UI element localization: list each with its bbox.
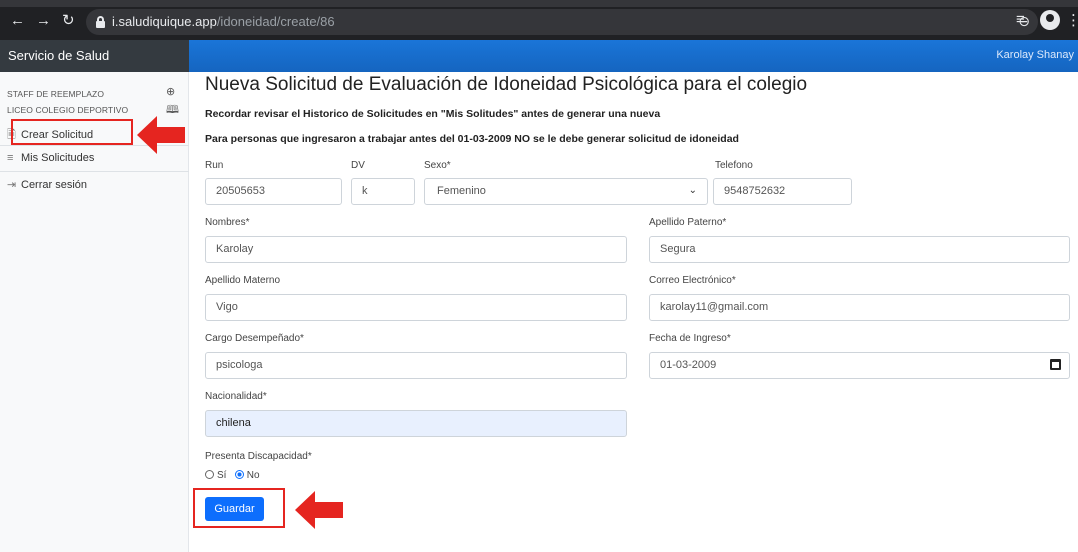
discapacidad-radio-group: Sí No: [205, 470, 260, 481]
address-bar[interactable]: i.saludiquique.app/idoneidad/create/86 ⊖…: [86, 9, 1060, 35]
label-fecha-ingreso: Fecha de Ingreso*: [649, 333, 731, 344]
reload-icon[interactable]: ↻: [62, 13, 75, 28]
red-arrow-icon: [295, 491, 343, 529]
radio-no-label: No: [246, 470, 260, 481]
label-cargo: Cargo Desempeñado*: [205, 333, 304, 344]
telefono-input[interactable]: 9548752632: [713, 178, 852, 205]
forward-icon[interactable]: →: [36, 13, 51, 28]
label-telefono: Telefono: [715, 160, 753, 171]
chevron-down-icon: ⌄: [688, 185, 697, 196]
plus-circle-icon[interactable]: ⊕: [166, 85, 175, 98]
logout-icon: ⇥: [7, 179, 17, 191]
highlight-box-crear-solicitud: [11, 119, 133, 145]
browser-toolbar: ← → ↻ i.saludiquique.app/idoneidad/creat…: [0, 0, 1078, 40]
sidebar-item-cerrar-sesion[interactable]: ⇥ Cerrar sesión: [7, 178, 87, 191]
fecha-ingreso-value: 01-03-2009: [660, 359, 717, 371]
radio-si-label: Sí: [217, 470, 227, 481]
highlight-box-guardar: [193, 488, 285, 528]
label-sexo: Sexo*: [424, 160, 451, 171]
sidebar-section-staff: STAFF DE REEMPLAZO: [7, 89, 105, 99]
label-apellido-paterno: Apellido Paterno*: [649, 217, 727, 228]
apellido-paterno-input[interactable]: Segura: [649, 236, 1070, 263]
label-apellido-materno: Apellido Materno: [205, 275, 281, 286]
calendar-icon[interactable]: [1050, 359, 1061, 370]
app-topbar: Karolay Shanay: [189, 40, 1078, 72]
sexo-select[interactable]: Femenino ⌄: [424, 178, 708, 205]
sexo-select-value: Femenino: [437, 185, 486, 197]
nombres-input[interactable]: Karolay: [205, 236, 627, 263]
url-text: i.saludiquique.app/idoneidad/create/86: [112, 14, 335, 29]
cargo-input[interactable]: psicologa: [205, 352, 627, 379]
radio-no[interactable]: [234, 470, 244, 479]
label-nacionalidad: Nacionalidad*: [205, 391, 267, 402]
app-brand[interactable]: Servicio de Salud: [0, 40, 189, 72]
lock-icon: [96, 16, 105, 28]
nacionalidad-input[interactable]: chilena: [205, 410, 627, 437]
user-name[interactable]: Karolay Shanay: [996, 49, 1074, 61]
tab-strip: [0, 0, 1078, 7]
sidebar-item-mis-solicitudes[interactable]: ≡ Mis Solicitudes: [7, 152, 94, 164]
list-icon: ≡: [7, 152, 14, 164]
page-title: Nueva Solicitud de Evaluación de Idoneid…: [205, 74, 808, 95]
fecha-ingreso-input[interactable]: 01-03-2009: [649, 352, 1070, 379]
radio-si[interactable]: [205, 470, 214, 479]
back-icon[interactable]: ←: [10, 13, 25, 28]
note-historico: Recordar revisar el Historico de Solicit…: [205, 108, 661, 120]
note-fecha: Para personas que ingresaron a trabajar …: [205, 133, 739, 145]
run-input[interactable]: 20505653: [205, 178, 342, 205]
sidebar-section-liceo: LICEO COLEGIO DEPORTIVO: [7, 105, 129, 115]
label-discapacidad: Presenta Discapacidad*: [205, 451, 312, 462]
red-arrow-icon: [137, 116, 185, 154]
correo-input[interactable]: karolay11@gmail.com: [649, 294, 1070, 321]
dv-input[interactable]: k: [351, 178, 415, 205]
profile-avatar-icon[interactable]: [1040, 10, 1060, 30]
label-run: Run: [205, 160, 224, 171]
reading-list-icon[interactable]: ≡: [1016, 11, 1025, 28]
menu-kebab-icon[interactable]: ⋮: [1066, 11, 1078, 29]
apellido-materno-input[interactable]: Vigo: [205, 294, 627, 321]
label-correo: Correo Electrónico*: [649, 275, 736, 286]
label-nombres: Nombres*: [205, 217, 250, 228]
label-dv: DV: [351, 160, 365, 171]
sidebar-divider: [0, 171, 189, 172]
